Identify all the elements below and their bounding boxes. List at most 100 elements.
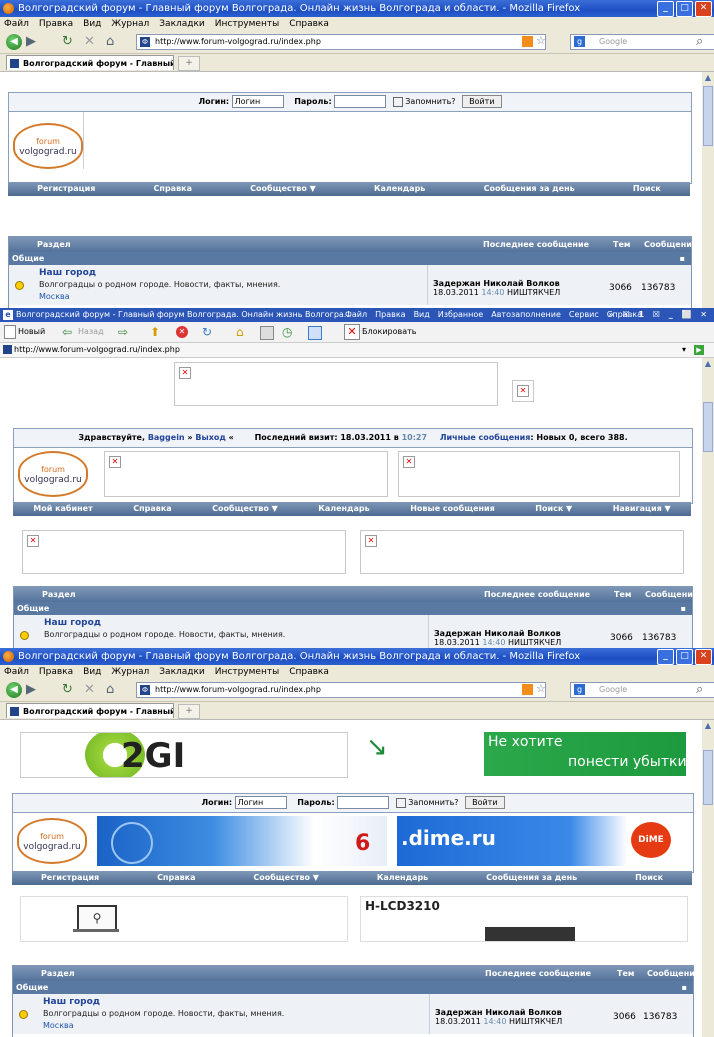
- login-button[interactable]: Войти: [465, 796, 505, 809]
- last-post-title[interactable]: Задержан Николай Волков: [435, 1008, 562, 1017]
- login-input[interactable]: Логин: [234, 796, 287, 809]
- last-post-title[interactable]: Задержан Николай Волков: [434, 629, 561, 638]
- subforum-link[interactable]: Москва: [43, 1021, 74, 1030]
- nav-navigation[interactable]: Навигация ▼: [613, 502, 671, 516]
- close-button[interactable]: ✕: [695, 649, 712, 665]
- menu-view[interactable]: Вид: [83, 665, 101, 679]
- ad-banner-six[interactable]: 6: [97, 816, 387, 866]
- ie-home-icon[interactable]: ⌂: [236, 322, 244, 342]
- menu-bookmarks[interactable]: Закладки: [159, 665, 205, 679]
- ie-page-icon[interactable]: [260, 326, 274, 340]
- reload-icon[interactable]: ↻: [62, 34, 73, 50]
- logout-link[interactable]: Выход: [195, 433, 225, 442]
- search-magnifier-icon[interactable]: ⌕: [696, 34, 703, 50]
- password-input[interactable]: [337, 796, 390, 809]
- subforum-link[interactable]: Москва: [39, 292, 70, 301]
- menu-tools[interactable]: Инструменты: [215, 17, 279, 31]
- nav-community[interactable]: Сообщество ▼: [253, 871, 319, 885]
- menu-file[interactable]: Файл: [4, 17, 29, 31]
- ie-refresh-icon[interactable]: ↻: [202, 322, 212, 342]
- nav-search[interactable]: Поиск: [633, 182, 661, 196]
- bookmark-star-icon[interactable]: ☆: [536, 34, 546, 47]
- menu-history[interactable]: Журнал: [111, 665, 149, 679]
- ie-up-icon[interactable]: ⬆: [150, 322, 160, 342]
- ie-address-dropdown-icon[interactable]: ▾: [682, 343, 686, 357]
- nav-calendar[interactable]: Календарь: [318, 502, 369, 516]
- menu-edit[interactable]: Правка: [39, 665, 73, 679]
- search-input[interactable]: g Google: [570, 34, 714, 50]
- maximize-button[interactable]: □: [676, 1, 693, 17]
- stop-icon[interactable]: ✕: [84, 682, 95, 698]
- tab-forum[interactable]: Волгоградский форум - Главный ф...: [6, 703, 174, 718]
- ie-address-bar[interactable]: http://www.forum-volgograd.ru/index.php …: [0, 343, 714, 358]
- nav-my-cabinet[interactable]: Мой кабинет: [33, 502, 92, 516]
- search-magnifier-icon[interactable]: ⌕: [696, 682, 703, 698]
- ie-forward-icon[interactable]: ⇨: [118, 322, 128, 342]
- username-link[interactable]: Baggein: [148, 433, 185, 442]
- menu-view[interactable]: Вид: [83, 17, 101, 31]
- ie-menu-tools[interactable]: Сервис: [569, 308, 599, 322]
- back-arrow-icon[interactable]: ◀: [6, 682, 22, 698]
- ie-menu-favorites[interactable]: Избранное: [438, 308, 483, 322]
- login-input[interactable]: Логин: [231, 95, 284, 108]
- ie-menu-view[interactable]: Вид: [414, 308, 430, 322]
- nav-today-posts[interactable]: Сообщения за день: [486, 871, 577, 885]
- maximize-button[interactable]: □: [676, 649, 693, 665]
- new-button[interactable]: Новый: [18, 322, 45, 342]
- nav-search[interactable]: Поиск ▼: [535, 502, 572, 516]
- home-icon[interactable]: ⌂: [106, 682, 114, 698]
- menu-bookmarks[interactable]: Закладки: [159, 17, 205, 31]
- nav-help[interactable]: Справка: [133, 502, 171, 516]
- block-button[interactable]: Блокировать: [362, 322, 417, 342]
- scrollbar[interactable]: ▲: [702, 72, 714, 308]
- password-input[interactable]: [334, 95, 387, 108]
- category-title[interactable]: Общие: [16, 983, 48, 992]
- ie-menu-edit[interactable]: Правка: [375, 308, 405, 322]
- ad-banner-laptop[interactable]: ⚲: [20, 896, 348, 942]
- nav-today-posts[interactable]: Сообщения за день: [484, 182, 575, 196]
- ad-banner-2gis[interactable]: 2GI: [20, 732, 348, 778]
- nav-new-posts[interactable]: Новые сообщения: [410, 502, 495, 516]
- login-button[interactable]: Войти: [462, 95, 502, 108]
- ie-window-icon[interactable]: [308, 326, 322, 340]
- scroll-up-icon[interactable]: ▲: [703, 73, 713, 83]
- menu-tools[interactable]: Инструменты: [215, 665, 279, 679]
- ie-scroll-thumb[interactable]: [703, 402, 713, 452]
- nav-search[interactable]: Поиск: [635, 871, 663, 885]
- menu-help[interactable]: Справка: [289, 665, 329, 679]
- category-title[interactable]: Общие: [17, 604, 49, 613]
- last-post-title[interactable]: Задержан Николай Волков: [433, 279, 560, 288]
- nav-register[interactable]: Регистрация: [41, 871, 99, 885]
- ad-banner-lcd[interactable]: H-LCD3210: [360, 896, 688, 942]
- forum-title[interactable]: Наш город: [43, 997, 100, 1007]
- remember-checkbox[interactable]: [395, 797, 406, 808]
- ie-stop-icon[interactable]: ✕: [176, 326, 188, 338]
- collapse-icon[interactable]: ▪: [682, 981, 687, 994]
- scroll-thumb[interactable]: [703, 86, 713, 146]
- ad-banner-dime[interactable]: .dime.ru DiME: [397, 816, 685, 866]
- nav-community[interactable]: Сообщество ▼: [250, 182, 316, 196]
- ie-back-icon[interactable]: ⇦: [62, 322, 72, 342]
- category-title[interactable]: Общие: [12, 254, 44, 263]
- site-logo[interactable]: forum volgograd.ru: [13, 123, 83, 169]
- new-tab-button[interactable]: +: [178, 704, 200, 719]
- forum-title[interactable]: Наш город: [44, 618, 101, 628]
- ie-menu-file[interactable]: Файл: [345, 308, 367, 322]
- back-arrow-icon[interactable]: ◀: [6, 34, 22, 50]
- nav-help[interactable]: Справка: [157, 871, 195, 885]
- nav-calendar[interactable]: Календарь: [377, 871, 428, 885]
- scroll-up-icon[interactable]: ▲: [703, 721, 713, 731]
- menu-file[interactable]: Файл: [4, 665, 29, 679]
- scroll-thumb[interactable]: [703, 750, 713, 805]
- ie-history-icon[interactable]: ◷: [282, 322, 292, 342]
- rss-icon[interactable]: [522, 36, 533, 47]
- nav-calendar[interactable]: Календарь: [374, 182, 425, 196]
- tab-forum[interactable]: Волгоградский форум - Главный ф...: [6, 55, 174, 70]
- address-bar[interactable]: Ф http://www.forum-volgograd.ru/index.ph…: [136, 682, 546, 698]
- rss-icon[interactable]: [522, 684, 533, 695]
- collapse-icon[interactable]: ▪: [680, 252, 685, 265]
- reload-icon[interactable]: ↻: [62, 682, 73, 698]
- forward-arrow-icon[interactable]: ▶: [26, 34, 36, 50]
- minimize-button[interactable]: _: [657, 1, 674, 17]
- minimize-button[interactable]: _: [657, 649, 674, 665]
